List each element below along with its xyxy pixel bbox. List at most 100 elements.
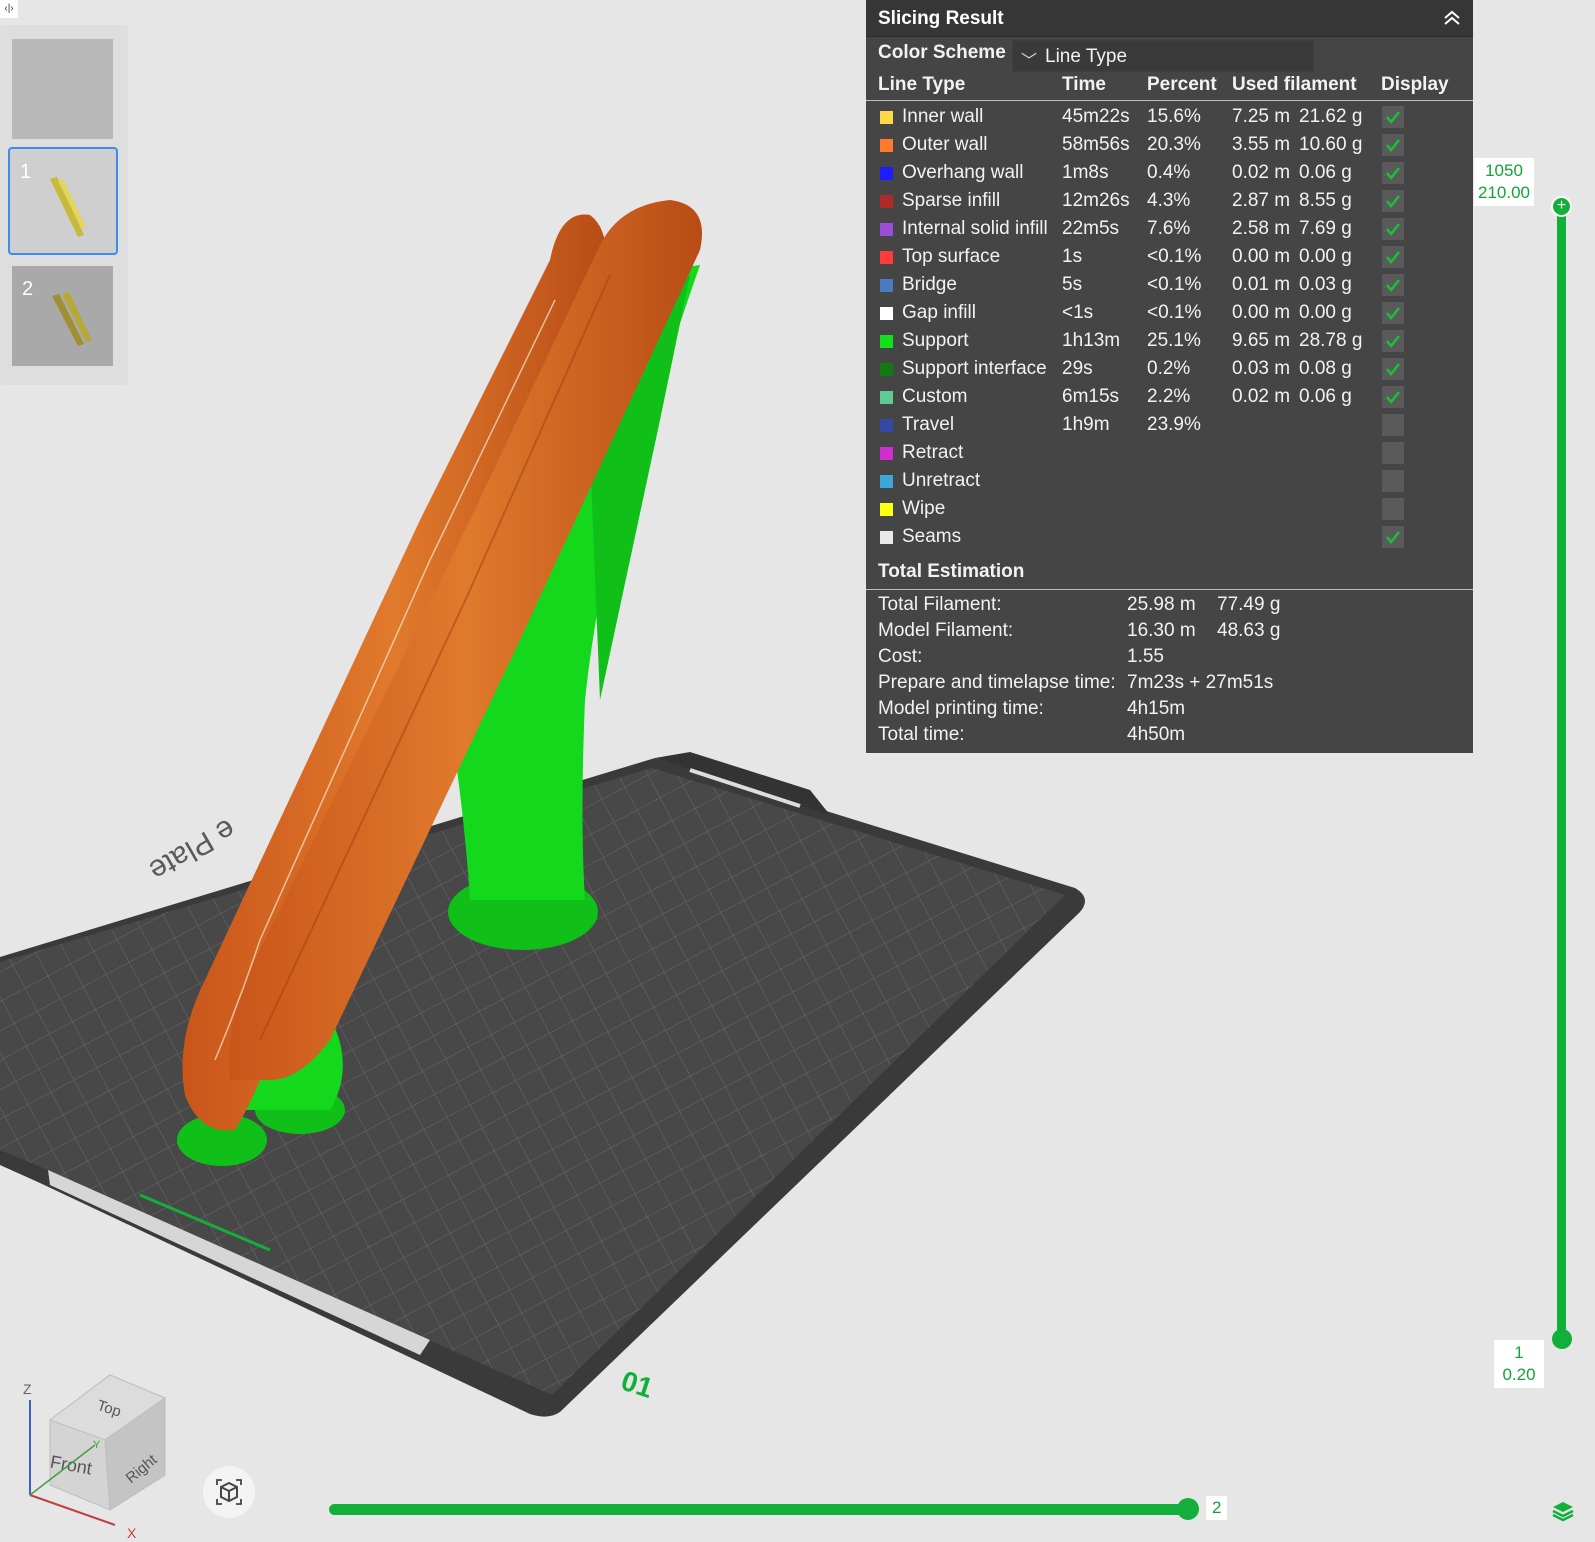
checkmark-icon [1386,139,1400,153]
color-swatch [880,363,893,376]
color-scheme-dropdown[interactable]: ﹀ Line Type [1012,40,1314,72]
color-swatch [880,335,893,348]
chevron-down-icon: ﹀ [1021,53,1038,70]
display-checkbox[interactable] [1382,470,1404,492]
layer-slider-bottom-handle[interactable] [1552,1329,1572,1349]
display-checkbox[interactable] [1382,358,1404,380]
line-type-name: Top surface [902,246,1001,267]
plate-thumbnail-0[interactable] [12,39,113,139]
color-swatch [880,223,893,236]
layer-slider-track[interactable] [1557,205,1566,1341]
line-time: 45m22s [1062,106,1130,127]
line-percent: 4.3% [1147,190,1191,211]
line-filament-length: 0.01 m [1232,274,1291,295]
checkmark-icon [1386,531,1400,545]
reset-view-button[interactable] [203,1466,255,1518]
svg-text:e Plate: e Plate [143,812,240,887]
total-value: 16.30 m [1127,620,1196,641]
panel-title: Slicing Result [878,8,1004,29]
move-slider-track[interactable] [329,1504,1189,1515]
header-display: Display [1381,74,1449,95]
display-checkbox[interactable] [1382,134,1404,156]
line-percent: <0.1% [1147,274,1202,295]
display-checkbox[interactable] [1382,274,1404,296]
total-estimation-title: Total Estimation [878,561,1025,582]
line-type-name: Travel [902,414,955,435]
plate-list: 1 2 [0,25,128,385]
checkmark-icon [1386,363,1400,377]
color-swatch [880,391,893,404]
line-type-name: Gap infill [902,302,976,323]
line-filament-weight: 0.06 g [1299,162,1352,183]
line-type-row: Inner wall 45m22s 15.6% 7.25 m 21.62 g [866,104,1473,132]
checkmark-icon [1386,195,1400,209]
color-swatch [880,531,893,544]
display-checkbox[interactable] [1382,106,1404,128]
line-type-name: Sparse infill [902,190,1001,211]
total-value-secondary: 77.49 g [1217,594,1281,615]
divider [866,589,1473,590]
line-type-name: Inner wall [902,106,984,127]
line-type-name: Support [902,330,969,351]
line-percent: 23.9% [1147,414,1201,435]
line-percent: <0.1% [1147,302,1202,323]
layers-icon[interactable] [1551,1500,1575,1522]
collapse-icon[interactable] [1443,10,1461,26]
display-checkbox[interactable] [1382,386,1404,408]
line-time: 1h9m [1062,414,1110,435]
checkmark-icon [1386,251,1400,265]
display-checkbox[interactable] [1382,218,1404,240]
display-checkbox[interactable] [1382,526,1404,548]
line-type-name: Retract [902,442,964,463]
checkmark-icon [1386,335,1400,349]
line-type-row: Bridge 5s <0.1% 0.01 m 0.03 g [866,272,1473,300]
sidebar-toggle-icon[interactable]: ‹|› [0,0,18,18]
display-checkbox[interactable] [1382,330,1404,352]
color-swatch [880,475,893,488]
top-layer-label: 1050 210.00 [1474,158,1534,206]
color-swatch [880,167,893,180]
total-value-secondary: 48.63 g [1217,620,1281,641]
line-filament-length: 9.65 m [1232,330,1291,351]
display-checkbox[interactable] [1382,190,1404,212]
bottom-layer-label: 1 0.20 [1494,1340,1544,1388]
color-swatch [880,139,893,152]
move-slider-handle[interactable] [1177,1498,1199,1520]
plate-1-preview-icon [50,177,86,237]
display-checkbox[interactable] [1382,414,1404,436]
display-checkbox[interactable] [1382,162,1404,184]
color-swatch [880,419,893,432]
color-scheme-value: Line Type [1045,46,1128,67]
total-value: 4h50m [1127,724,1186,745]
cube-view-icon [216,1479,242,1505]
line-percent: 15.6% [1147,106,1201,127]
display-checkbox[interactable] [1382,498,1404,520]
line-type-row: Outer wall 58m56s 20.3% 3.55 m 10.60 g [866,132,1473,160]
line-filament-weight: 7.69 g [1299,218,1352,239]
checkmark-icon [1386,391,1400,405]
line-filament-length: 0.00 m [1232,302,1291,323]
total-label: Cost: [878,646,923,667]
top-layer-height: 210.00 [1478,183,1530,202]
display-checkbox[interactable] [1382,302,1404,324]
layer-slider-top-handle[interactable]: + [1551,196,1572,217]
plate-thumbnail-2[interactable]: 2 [12,266,113,366]
move-slider-value: 2 [1206,1496,1228,1520]
header-line-type: Line Type [878,74,966,95]
display-checkbox[interactable] [1382,246,1404,268]
line-filament-weight: 8.55 g [1299,190,1352,211]
line-filament-length: 0.02 m [1232,162,1291,183]
line-type-row: Retract [866,440,1473,468]
line-type-row: Support interface 29s 0.2% 0.03 m 0.08 g [866,356,1473,384]
checkmark-icon [1386,223,1400,237]
line-filament-weight: 10.60 g [1299,134,1363,155]
line-type-row: Sparse infill 12m26s 4.3% 2.87 m 8.55 g [866,188,1473,216]
view-cube[interactable]: Top Front Right Z X Y [15,1370,185,1540]
panel-header[interactable]: Slicing Result [866,0,1473,37]
line-type-name: Unretract [902,470,981,491]
plate-thumbnail-1[interactable]: 1 [8,147,118,255]
line-type-row: Overhang wall 1m8s 0.4% 0.02 m 0.06 g [866,160,1473,188]
line-time: 22m5s [1062,218,1120,239]
line-type-row: Support 1h13m 25.1% 9.65 m 28.78 g [866,328,1473,356]
display-checkbox[interactable] [1382,442,1404,464]
